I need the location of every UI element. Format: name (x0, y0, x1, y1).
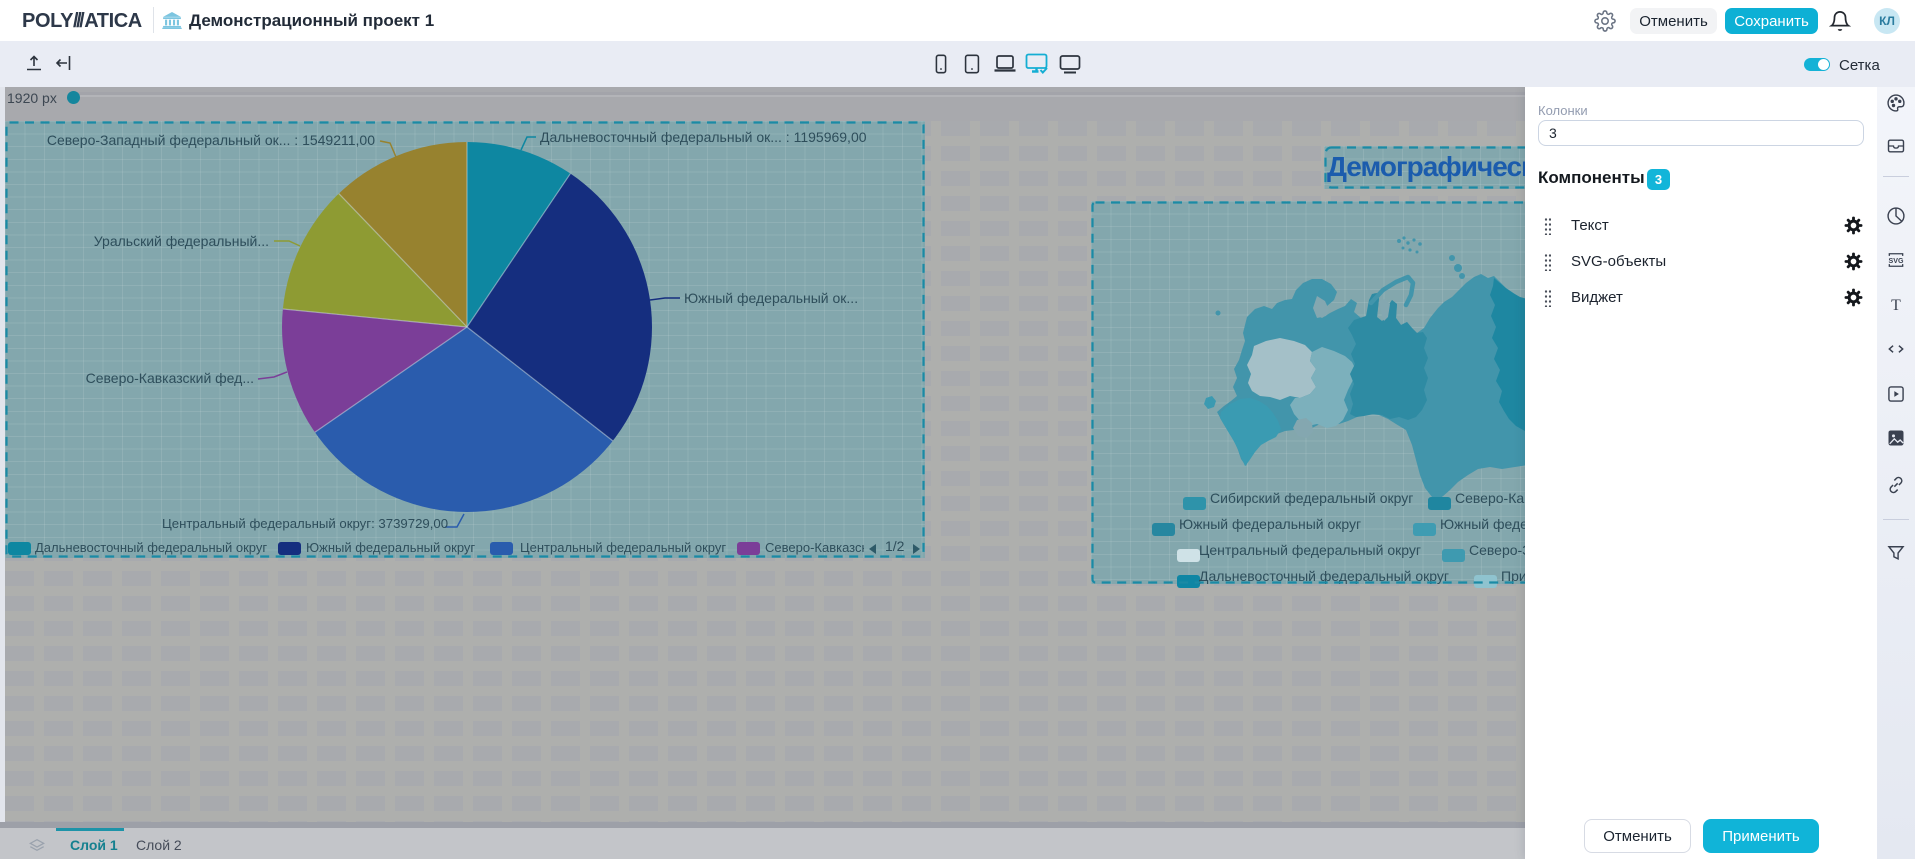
svg-text:T: T (1891, 297, 1901, 314)
svg-text:SVG: SVG (1889, 257, 1904, 265)
